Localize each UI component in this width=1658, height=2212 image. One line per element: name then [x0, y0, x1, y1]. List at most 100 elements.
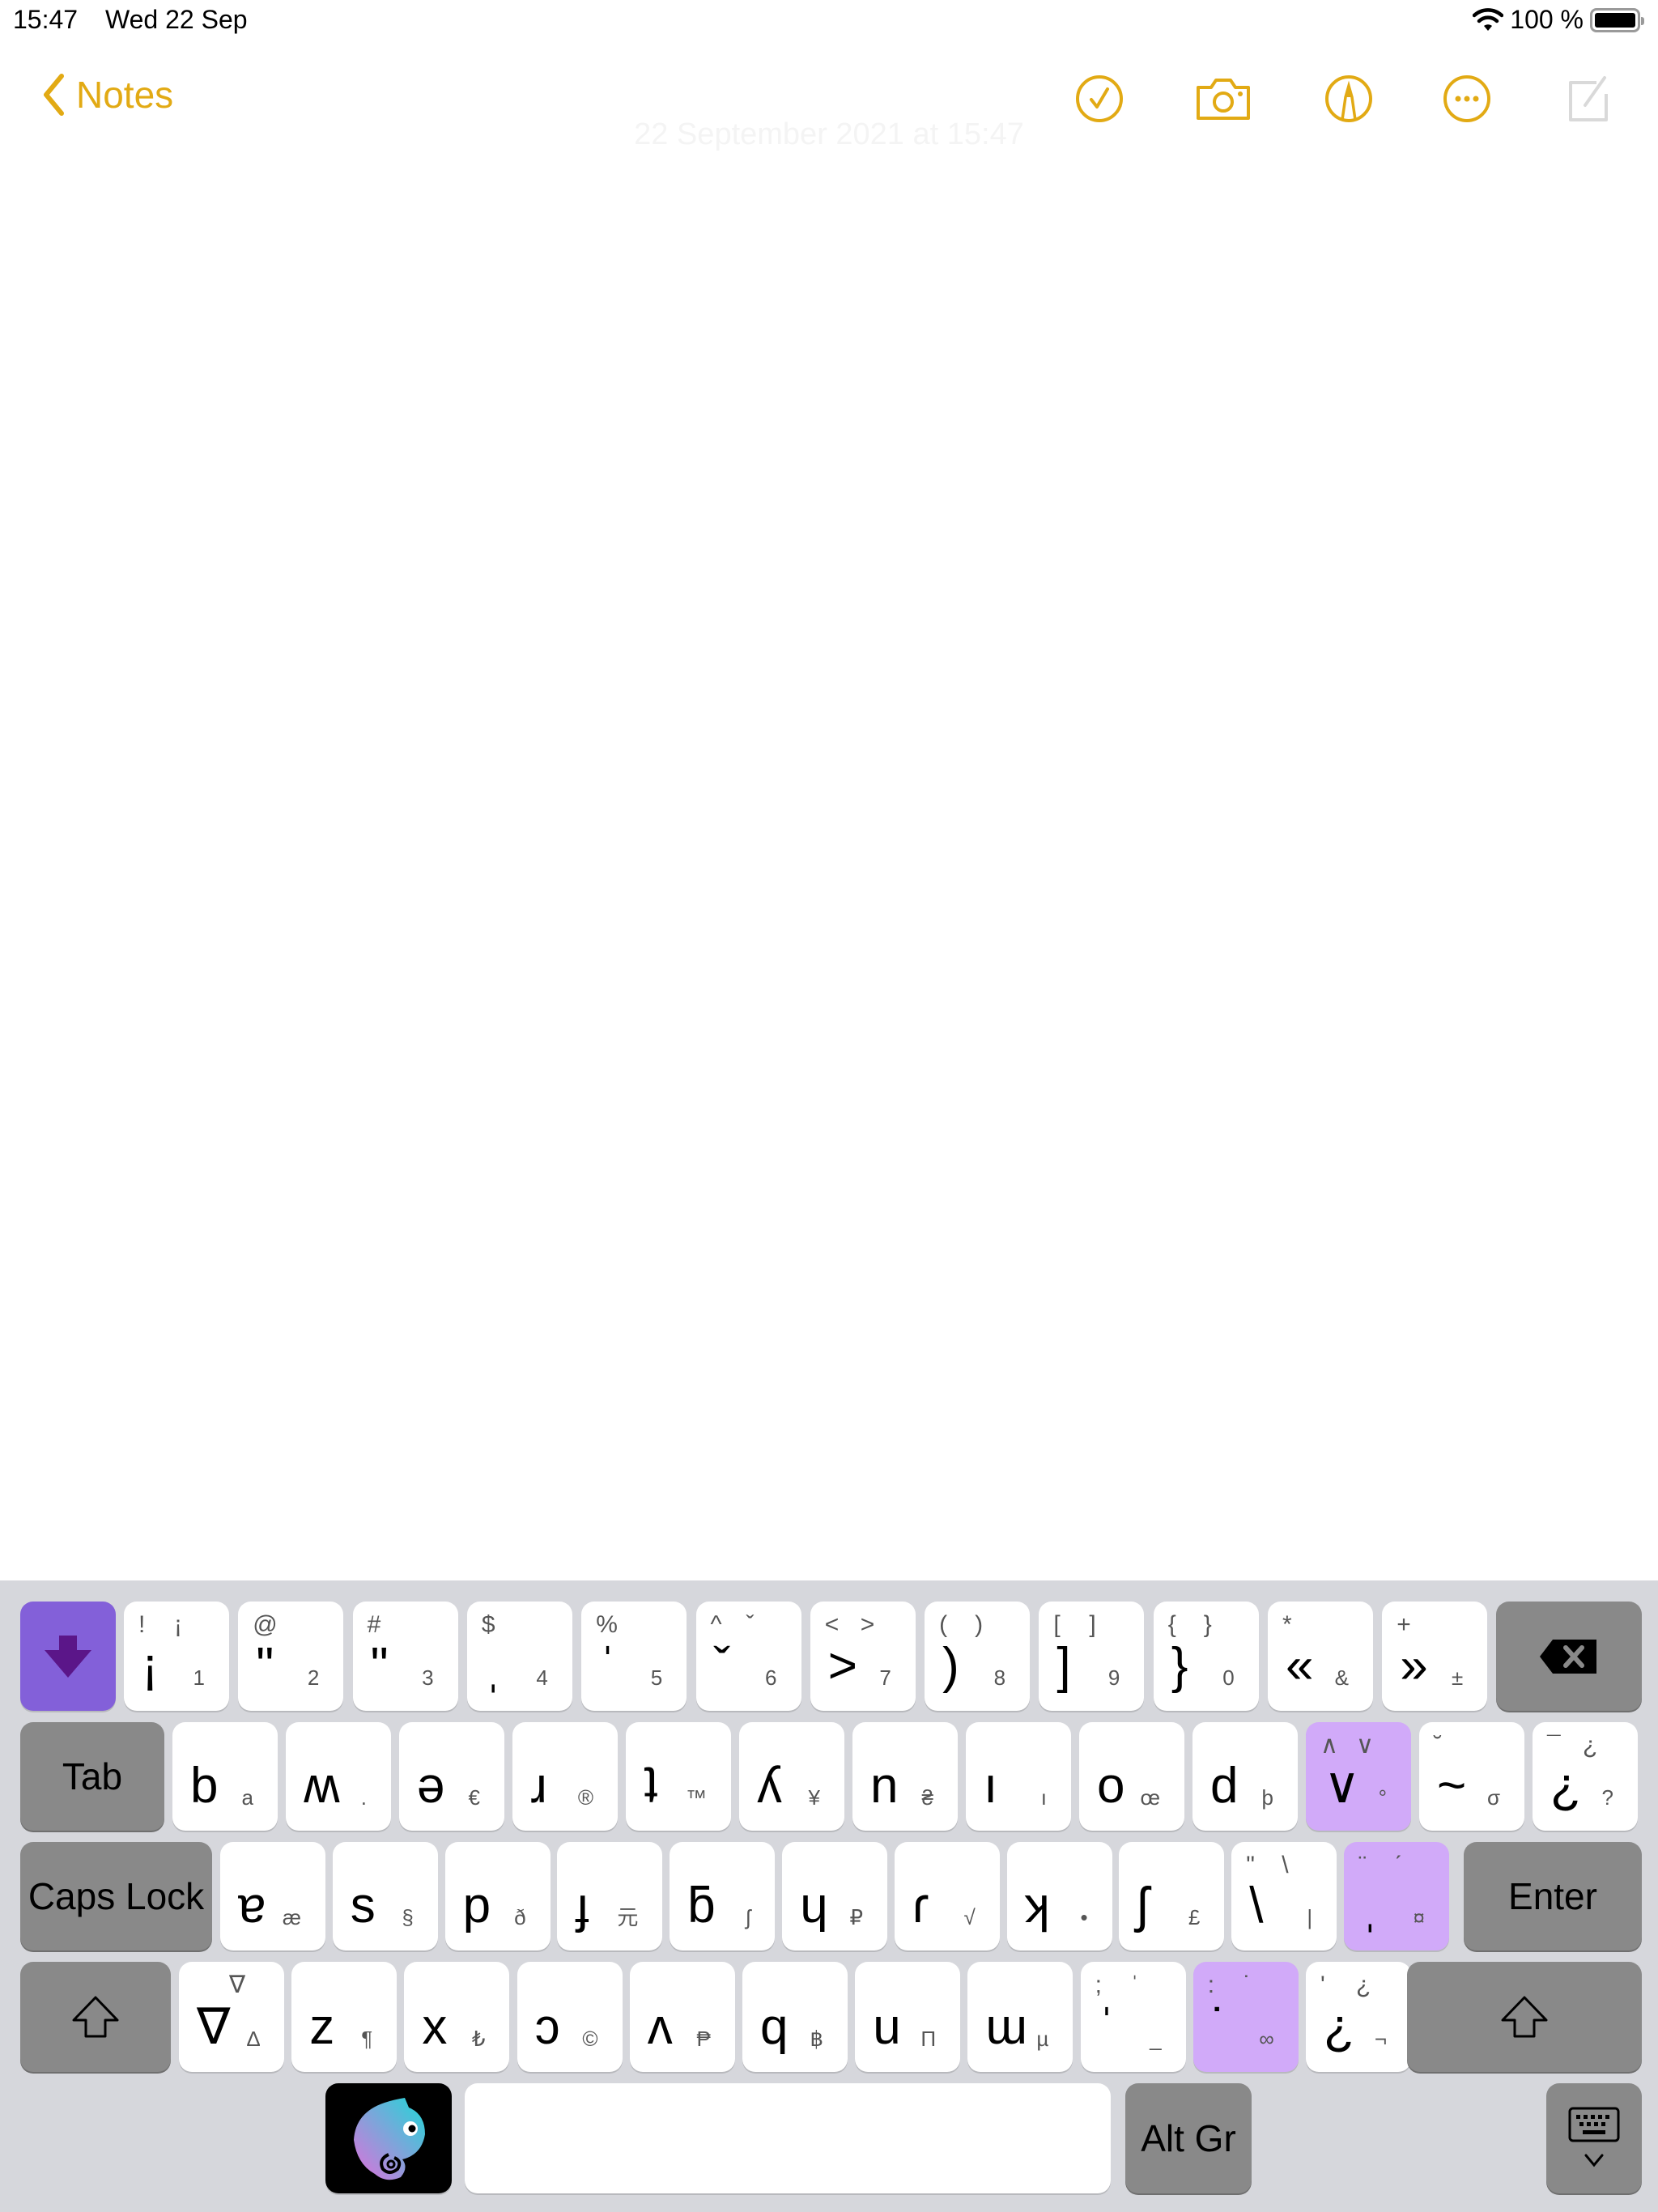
- key-alt-label: ₱: [696, 2027, 711, 2051]
- key-alt-label: ®: [577, 1785, 593, 1810]
- char-key[interactable]: ɾ √: [894, 1842, 1000, 1950]
- key-main-label: ı: [984, 1758, 998, 1814]
- status-date: Wed 22 Sep: [105, 5, 248, 34]
- key-shift-top-left-label: [: [1053, 1611, 1061, 1638]
- key-main-label: x: [422, 1999, 448, 2055]
- key-main-label: z: [309, 1999, 335, 2055]
- key-main-label: ˈ: [1098, 1999, 1116, 2055]
- caps-lock-key[interactable]: Caps Lock: [20, 1842, 212, 1950]
- char-key[interactable]: < > >7: [810, 1602, 916, 1711]
- key-alt-label: ¥: [808, 1785, 820, 1810]
- key-main-label: ¿: [1550, 1758, 1581, 1814]
- char-key[interactable]: ɔ ©: [517, 1962, 623, 2072]
- char-key[interactable]: ˘ ~ σ: [1419, 1722, 1524, 1831]
- char-key[interactable]: +» ±: [1382, 1602, 1488, 1711]
- key-alt-label: œ: [1140, 1785, 1160, 1810]
- char-key[interactable]: x ₺: [404, 1962, 510, 2072]
- key-main-label: ˈ: [599, 1638, 616, 1694]
- char-key[interactable]: : ˙ ˙ ∞: [1192, 1962, 1299, 2072]
- char-key[interactable]: " \ \ |: [1231, 1842, 1337, 1950]
- shift-right-key[interactable]: [1407, 1962, 1642, 2072]
- shift-left-key[interactable]: [20, 1962, 171, 2072]
- char-key[interactable]: ɹ ®: [512, 1722, 618, 1831]
- char-key[interactable]: ' ¿ ¿ ¬: [1306, 1962, 1411, 2072]
- char-key[interactable]: ɯµ: [967, 1962, 1073, 2072]
- char-key[interactable]: ()) 8: [925, 1602, 1031, 1711]
- key-alt-label: 元: [617, 1905, 639, 1929]
- char-key[interactable]: q ฿: [742, 1962, 848, 2072]
- char-key[interactable]: ʌ ₱: [629, 1962, 735, 2072]
- key-main-label: ɟ: [575, 1878, 589, 1933]
- key-alt-label: _: [1150, 2027, 1162, 2051]
- key-shift-top-right-label: ˇ: [746, 1611, 755, 1638]
- char-key[interactable]: []] 9: [1039, 1602, 1145, 1711]
- char-key[interactable]: # ʺ 3: [352, 1602, 458, 1711]
- key-main-label: ˙: [1210, 1999, 1228, 2055]
- char-key[interactable]: ^ ˇ ˇ 6: [695, 1602, 801, 1711]
- key-alt-label: •: [1080, 1905, 1088, 1929]
- char-key[interactable]: ; ˈ ˈ _: [1080, 1962, 1186, 2072]
- key-main-label: ʺ: [370, 1638, 389, 1694]
- key-shift-top-right-label: ¿: [1583, 1732, 1598, 1759]
- char-key[interactable]: ƃʃ: [670, 1842, 776, 1950]
- char-key[interactable]: ¯ ¿ ¿?: [1533, 1722, 1638, 1831]
- keyboard-app-logo-key[interactable]: [325, 2083, 452, 2193]
- char-key[interactable]: ba: [172, 1722, 278, 1831]
- char-key[interactable]: ∇ ∇ ∆: [179, 1962, 284, 2072]
- char-key[interactable]: * «&: [1268, 1602, 1373, 1711]
- space-key[interactable]: [465, 2083, 1111, 2193]
- alt-gr-key[interactable]: Alt Gr: [1125, 2083, 1252, 2193]
- char-key[interactable]: {}} 0: [1153, 1602, 1259, 1711]
- char-key[interactable]: ə €: [399, 1722, 504, 1831]
- char-key[interactable]: n ₴: [852, 1722, 958, 1831]
- key-main-label: ɐ: [238, 1878, 266, 1933]
- key-main-label: ∨: [1324, 1758, 1361, 1814]
- char-key[interactable]: z ¶: [291, 1962, 397, 2072]
- char-key[interactable]: ! ¡ ¡ 1: [124, 1602, 229, 1711]
- hide-keyboard-key[interactable]: [1546, 2083, 1642, 2193]
- char-key[interactable]: ʞ •: [1006, 1842, 1112, 1950]
- key-alt-label: &: [1334, 1665, 1349, 1690]
- char-key[interactable]: % ˈ 5: [581, 1602, 687, 1711]
- char-key[interactable]: s §: [332, 1842, 438, 1950]
- char-key[interactable]: ıı: [966, 1722, 1071, 1831]
- enter-key[interactable]: Enter: [1464, 1842, 1642, 1950]
- key-shift-top-left-label: $: [481, 1611, 495, 1638]
- key-alt-label: 2: [307, 1665, 320, 1690]
- key-alt-label: §: [402, 1905, 414, 1929]
- char-key[interactable]: pð: [444, 1842, 551, 1950]
- caps-lock-label: Caps Lock: [28, 1875, 205, 1917]
- char-key[interactable]: oœ: [1079, 1722, 1184, 1831]
- char-key[interactable]: ¨ ˊ ˌ ¤: [1344, 1842, 1449, 1950]
- char-key[interactable]: ʇ ™: [626, 1722, 731, 1831]
- key-shift-top-right-label: \: [1282, 1852, 1289, 1878]
- char-key[interactable]: uΠ: [855, 1962, 961, 2072]
- key-alt-label: ₴: [921, 1785, 933, 1810]
- char-key[interactable]: ɐæ: [220, 1842, 325, 1950]
- key-alt-label: 5: [650, 1665, 663, 1690]
- char-key[interactable]: ɟ元: [557, 1842, 663, 1950]
- backspace-key[interactable]: [1496, 1602, 1642, 1711]
- tab-label: Tab: [62, 1755, 123, 1797]
- tab-key[interactable]: Tab: [20, 1722, 164, 1831]
- char-key[interactable]: ɥ ₽: [782, 1842, 887, 1950]
- char-key[interactable]: @ ʺ 2: [238, 1602, 344, 1711]
- char-key[interactable]: ʍ.: [286, 1722, 391, 1831]
- chameleon-logo-icon: [354, 2098, 425, 2180]
- char-key[interactable]: ∧ ∨ ∨ °: [1306, 1722, 1411, 1831]
- key-main-label: ]: [1056, 1638, 1071, 1694]
- back-button[interactable]: Notes: [42, 73, 173, 117]
- note-editor[interactable]: [0, 162, 1658, 1579]
- key-shift-top-left-label: ^: [710, 1611, 722, 1638]
- key-alt-label: 8: [993, 1665, 1006, 1690]
- char-key[interactable]: $ ˌ 4: [466, 1602, 572, 1711]
- dismiss-keyboard-key[interactable]: [20, 1602, 116, 1711]
- key-shift-top-right-label: ]: [1089, 1611, 1096, 1638]
- char-key[interactable]: ʎ ¥: [739, 1722, 844, 1831]
- key-alt-label: √: [963, 1905, 976, 1929]
- char-key[interactable]: dþ: [1192, 1722, 1298, 1831]
- key-alt-label: |: [1307, 1905, 1313, 1929]
- key-shift-top-left-label: ': [1320, 1972, 1325, 1998]
- key-alt-label: σ: [1486, 1785, 1500, 1810]
- char-key[interactable]: ʃ £: [1119, 1842, 1225, 1950]
